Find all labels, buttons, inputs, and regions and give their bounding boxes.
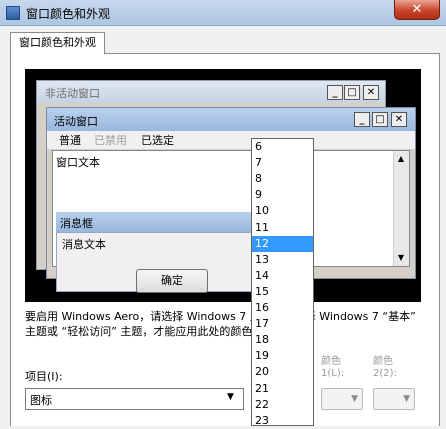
message-text: 消息文本 — [62, 238, 106, 251]
window-title: 窗口颜色和外观 — [26, 7, 111, 21]
size-option[interactable]: 9 — [252, 187, 313, 203]
item-select[interactable] — [25, 388, 244, 410]
color1-button[interactable]: ▼ — [321, 388, 363, 410]
size-option[interactable]: 8 — [252, 171, 313, 187]
size-option[interactable]: 10 — [252, 203, 313, 219]
menu-item-selected[interactable]: 已选定 — [141, 132, 174, 148]
size-option[interactable]: 18 — [252, 332, 313, 348]
size-option[interactable]: 12 — [252, 235, 313, 252]
color2-button[interactable]: ▼ — [373, 388, 415, 410]
scroll-down-arrow-icon[interactable]: ▼ — [394, 251, 408, 265]
active-window-title: 活动窗口 — [54, 115, 98, 128]
menu-item-normal[interactable]: 普通 — [59, 132, 81, 148]
size-option[interactable]: 6 — [252, 139, 313, 155]
size-option[interactable]: 13 — [252, 252, 313, 268]
active-close-button[interactable]: ✕ — [391, 112, 407, 127]
message-box-title: 消息框 — [60, 217, 93, 230]
color2-sub-label: 2(2): — [373, 368, 397, 379]
color2-label: 颜色 — [373, 356, 393, 367]
menu-item-disabled[interactable]: 已禁用 — [94, 132, 127, 148]
close-button[interactable]: ✕ — [394, 0, 440, 20]
size-option[interactable]: 14 — [252, 268, 313, 284]
inactive-maximize-button[interactable]: □ — [344, 85, 360, 100]
size-option[interactable]: 19 — [252, 348, 313, 364]
size-option[interactable]: 21 — [252, 381, 313, 397]
tab-window-color[interactable]: 窗口颜色和外观 — [10, 32, 105, 54]
active-minimize-button[interactable]: _ — [354, 112, 370, 127]
size-option[interactable]: 23 — [252, 413, 313, 429]
window-text: 窗口文本 — [56, 156, 100, 169]
size-option[interactable]: 20 — [252, 364, 313, 380]
chevron-down-icon[interactable]: ▼ — [227, 392, 234, 402]
window-icon — [6, 6, 20, 20]
size-option[interactable]: 11 — [252, 220, 313, 236]
inactive-minimize-button[interactable]: _ — [327, 85, 343, 100]
aero-description: 要启用 Windows Aero，请选择 Windows 7 主题。要选择 Wi… — [25, 310, 416, 338]
item-select-value: 图标 — [30, 394, 52, 407]
vertical-scrollbar[interactable] — [393, 151, 409, 266]
inactive-close-button[interactable]: ✕ — [363, 85, 379, 100]
inactive-window-title: 非活动窗口 — [45, 87, 100, 100]
scroll-up-arrow-icon[interactable]: ▲ — [394, 152, 408, 166]
size-option[interactable]: 16 — [252, 300, 313, 316]
color1-sub-label: 1(L): — [321, 368, 345, 379]
size-option[interactable]: 17 — [252, 316, 313, 332]
color1-label: 颜色 — [321, 356, 341, 367]
active-maximize-button[interactable]: □ — [372, 112, 388, 127]
size-option[interactable]: 22 — [252, 397, 313, 413]
ok-button[interactable]: 确定 — [136, 269, 208, 293]
size-option[interactable]: 7 — [252, 155, 313, 171]
size-option[interactable]: 15 — [252, 284, 313, 300]
item-label: 项目(I): — [25, 370, 63, 383]
